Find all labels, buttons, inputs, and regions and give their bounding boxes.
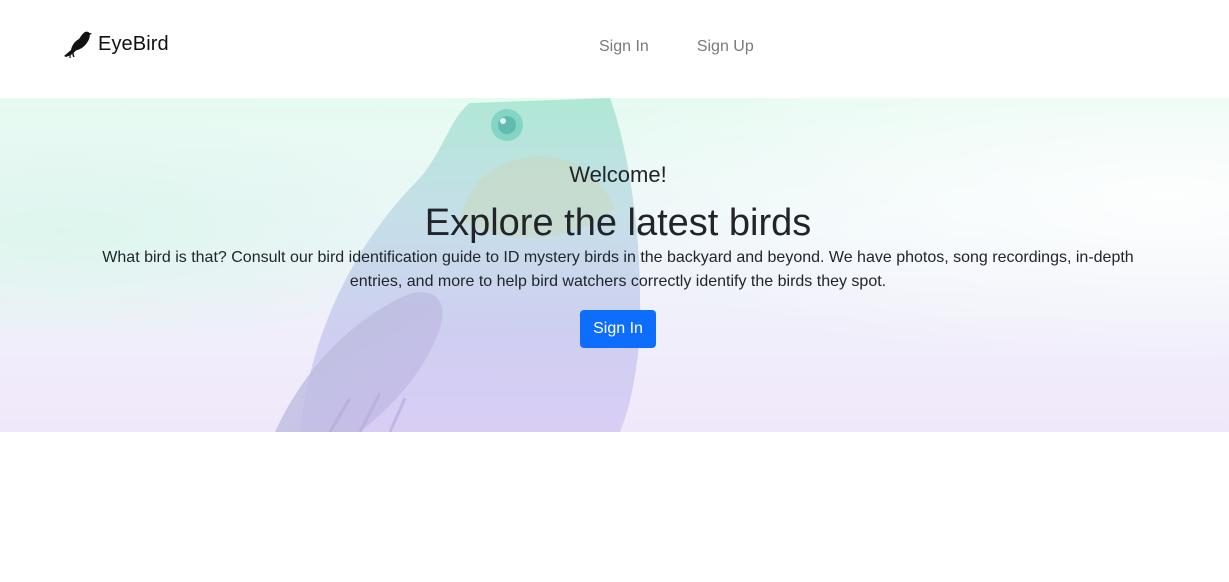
hero-sign-in-button[interactable]: Sign In (580, 310, 656, 348)
welcome-heading: Welcome! (569, 162, 667, 187)
nav-sign-in-link[interactable]: Sign In (599, 36, 649, 58)
page-body (0, 432, 1229, 582)
hero-headline: Explore the latest birds (424, 202, 812, 244)
hero-content: Welcome! Explore the latest birds What b… (0, 98, 1229, 432)
brand-name: EyeBird (98, 33, 169, 55)
hero-description: What bird is that? Consult our bird iden… (102, 249, 1134, 290)
navbar: EyeBird Sign In Sign Up (0, 0, 1229, 98)
bird-silhouette-icon (62, 28, 94, 60)
nav-links: Sign In Sign Up (599, 36, 754, 58)
hero-section: Welcome! Explore the latest birds What b… (0, 98, 1229, 432)
brand-link[interactable]: EyeBird (62, 28, 169, 60)
nav-sign-up-link[interactable]: Sign Up (697, 36, 754, 58)
